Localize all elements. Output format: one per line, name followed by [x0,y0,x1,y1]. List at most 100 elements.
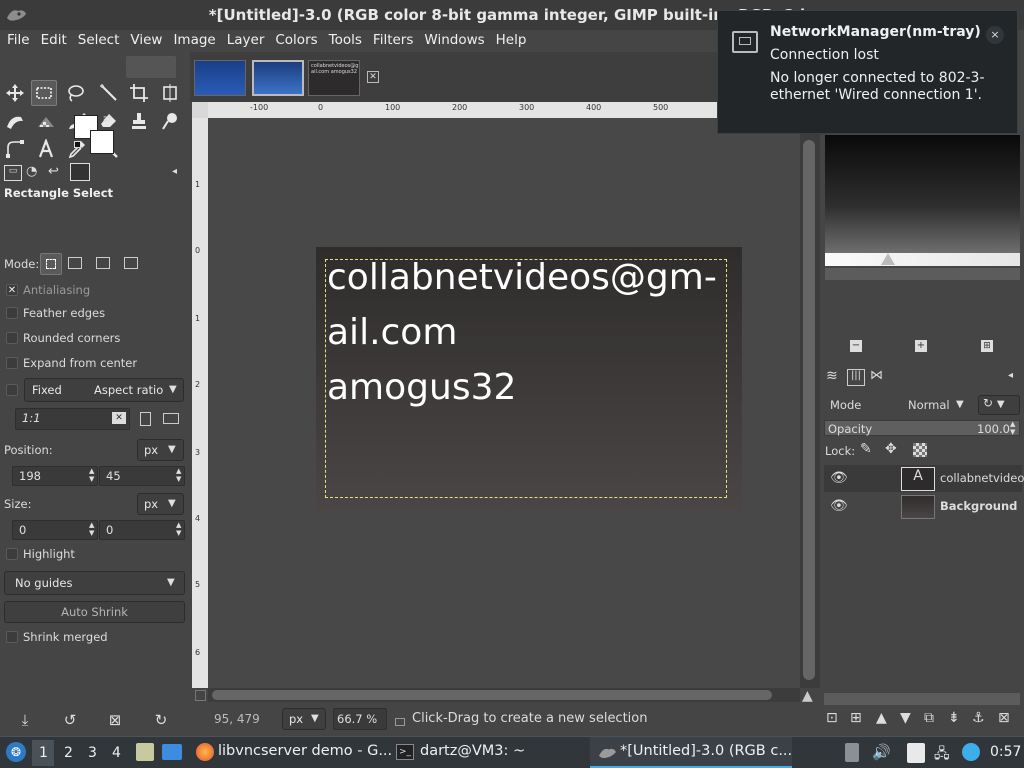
duplicate-layer-icon[interactable]: ⧉ [924,710,934,726]
device-status-tab-icon[interactable]: ◔ [26,164,37,179]
mode-subtract-button[interactable] [96,257,110,269]
move-tool[interactable] [2,80,28,106]
mode-replace-button[interactable] [40,253,62,275]
paths-tab-icon[interactable]: ⋈ [870,368,883,383]
eye-icon[interactable]: 👁 [830,470,848,486]
update-tray-icon[interactable] [962,743,980,761]
reset-options-icon[interactable]: ↻ [150,710,172,730]
plus-icon[interactable]: + [915,340,927,352]
fixed-checkbox[interactable] [6,384,18,396]
fit-icon[interactable]: ⊞ [981,340,993,352]
menu-help[interactable]: Help [491,30,533,52]
mode-intersect-button[interactable] [124,257,138,269]
ruler-corner[interactable] [192,102,208,118]
lock-alpha-icon[interactable] [913,443,927,457]
image-thumb-2[interactable] [252,60,304,96]
layers-scrollbar[interactable] [824,693,1020,705]
landscape-icon[interactable] [163,413,179,424]
portrait-icon[interactable] [140,412,151,426]
mode-add-button[interactable] [68,257,82,269]
size-w-input[interactable]: 0 ▲ ▼ [12,520,98,540]
workspace-1[interactable]: 1 [39,745,48,761]
volume-icon[interactable]: 🔊 [872,743,891,761]
close-image-icon[interactable]: ✕ [367,71,379,83]
swap-colors-icon[interactable]: ⇄ [103,112,112,125]
rect-select-tool[interactable] [31,80,57,106]
vertical-scrollbar[interactable] [800,118,820,688]
antialiasing-checkbox[interactable] [6,284,18,296]
shrink-merged-checkbox[interactable] [6,631,18,643]
fuzzy-select-tool[interactable] [96,80,122,106]
smudge-tool[interactable] [157,108,183,134]
size-unit-combo[interactable]: px ▼ [137,493,184,515]
delete-options-icon[interactable]: ⊠ [104,710,126,730]
notification-popup[interactable]: NetworkManager(nm-tray) Connection lost … [717,10,1018,134]
menu-view[interactable]: View [125,30,168,52]
gradient-scrollbar[interactable] [825,268,1020,280]
minus-icon[interactable]: − [850,340,862,352]
rounded-corners-checkbox[interactable] [6,332,18,344]
channels-tab-icon[interactable]: ||| [847,369,865,386]
path-tool[interactable] [2,136,28,162]
clear-icon[interactable]: ✕ [112,412,126,424]
undo-history-tab-icon[interactable]: ↩ [48,164,59,179]
delete-layer-icon[interactable]: ⊠ [998,710,1010,726]
size-h-input[interactable]: 0 ▲ ▼ [99,520,185,540]
spin-arrows-icon[interactable]: ▲ ▼ [1010,420,1015,436]
gradient-preview[interactable] [825,135,1020,253]
merge-layer-icon[interactable]: ⇟ [948,710,960,726]
clock[interactable]: 0:57 [990,744,1021,760]
horizontal-scrollbar[interactable] [208,688,800,702]
position-y-input[interactable]: 45 ▲ ▼ [99,466,185,486]
crop-tool[interactable] [126,80,152,106]
default-colors-icon[interactable] [74,141,84,151]
desktop-icon[interactable] [162,744,182,760]
position-x-input[interactable]: 198 ▲ ▼ [12,466,98,486]
highlight-checkbox[interactable] [6,548,18,560]
menu-layer[interactable]: Layer [222,30,271,52]
save-options-icon[interactable]: ⤓ [14,710,36,730]
tab-menu-icon[interactable]: ◂ [172,166,177,177]
task-firefox[interactable]: libvncserver demo - G... [218,743,392,759]
raise-layer-icon[interactable]: ▲ [876,710,887,726]
quick-mask-toggle[interactable] [195,690,206,701]
layers-tab-icon[interactable]: ≋ [826,368,838,384]
spin-arrows-icon[interactable]: ▲ ▼ [89,467,94,483]
fixed-mode-combo[interactable]: Fixed Aspect ratio ▼ [24,378,184,402]
clone-tool[interactable] [126,108,152,134]
app-menu-icon[interactable]: ❂ [6,742,26,762]
network-tray-icon[interactable]: 🖧 [934,743,950,767]
file-manager-icon[interactable] [136,743,154,761]
notifications-tray-icon[interactable] [845,743,859,762]
scroll-thumb[interactable] [212,690,772,700]
ratio-input[interactable]: 1:1 ✕ [15,408,130,430]
navigate-icon[interactable]: ▲ [802,688,813,704]
menu-tools[interactable]: Tools [324,30,368,52]
menu-image[interactable]: Image [168,30,221,52]
vertical-ruler[interactable]: 1 0 1 2 3 4 5 6 [192,118,208,688]
tool-options-tab-icon[interactable]: ▭ [4,165,22,181]
image-thumb-3[interactable]: collabnetvideos@gm-ail.com amogus32 [308,60,360,96]
guides-combo[interactable]: No guides ▼ [4,571,185,595]
workspace-4[interactable]: 4 [112,745,121,761]
tab-menu-icon[interactable]: ◂ [1008,370,1013,381]
task-terminal[interactable]: dartz@VM3: ~ [420,743,525,759]
menu-edit[interactable]: Edit [36,30,73,52]
gradient-tool[interactable] [33,108,59,134]
transform-tool[interactable] [157,80,183,106]
menu-windows[interactable]: Windows [419,30,490,52]
spin-arrows-icon[interactable]: ▲ ▼ [89,521,94,537]
spin-arrows-icon[interactable]: ▲ ▼ [176,467,181,483]
menu-select[interactable]: Select [73,30,126,52]
lasso-tool[interactable] [62,80,88,106]
spin-arrows-icon[interactable]: ▲ ▼ [176,521,181,537]
position-unit-combo[interactable]: px ▼ [137,439,184,461]
task-gimp[interactable]: *[Untitled]-3.0 (RGB c... [620,743,792,759]
gradient-bar[interactable] [825,253,1020,266]
eye-icon[interactable]: 👁 [830,498,848,514]
layer-row-background[interactable]: 👁 Background [824,493,1022,520]
layer-row-text[interactable]: 👁 A collabnetvideo [824,465,1024,492]
gradient-stop-handle[interactable] [881,253,895,265]
anchor-layer-icon[interactable]: ⚓ [972,710,985,726]
new-layer-group-icon[interactable]: ⊞ [850,710,862,726]
